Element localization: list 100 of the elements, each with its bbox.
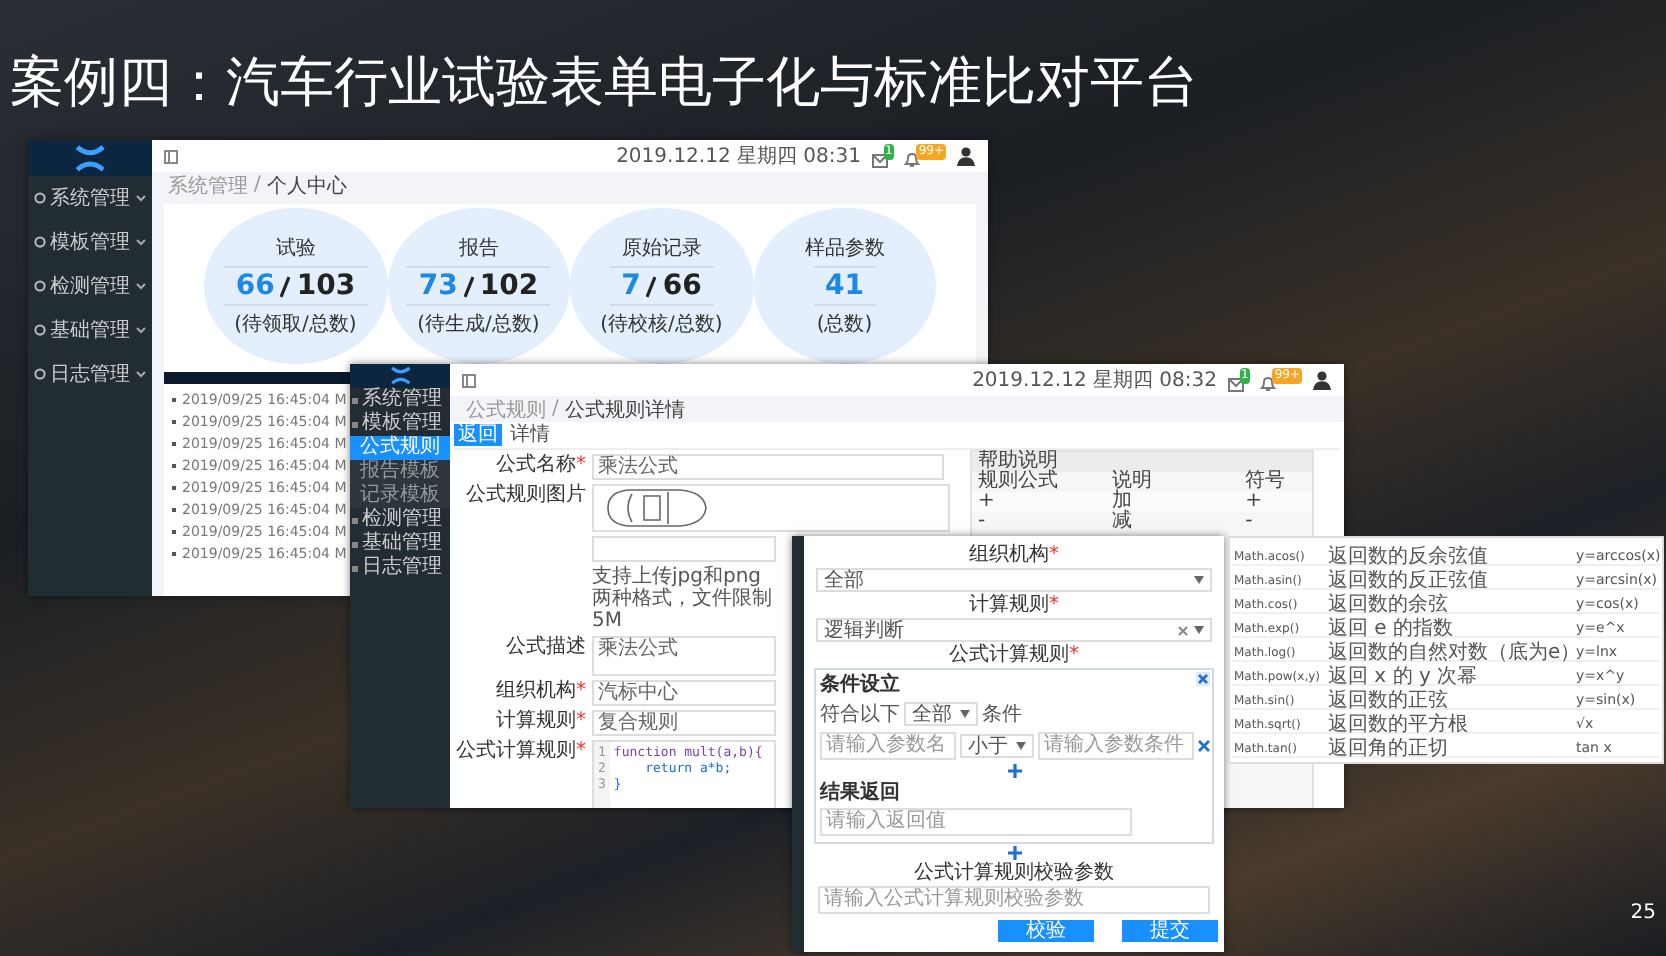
- delete-icon[interactable]: [1198, 740, 1210, 752]
- field-label: 计算规则*: [494, 710, 586, 732]
- menu-item[interactable]: 基础管理: [28, 308, 152, 352]
- menu-label: 模板管理: [50, 229, 132, 256]
- circle-icon: [34, 192, 46, 204]
- tab[interactable]: 详情: [506, 424, 554, 446]
- field-label: 公式计算规则*: [949, 644, 1079, 666]
- table-cell-text: 返回 x 的 y 次幂: [1328, 663, 1480, 689]
- circle-icon: [34, 236, 46, 248]
- pending-count: 73: [418, 270, 458, 302]
- chevron-icon: [136, 194, 146, 202]
- chevron-icon: [136, 370, 146, 378]
- close-icon[interactable]: [1196, 672, 1210, 686]
- stat-title: 原始记录: [621, 236, 702, 262]
- mail-icon[interactable]: [871, 154, 887, 168]
- select-field[interactable]: 全部: [904, 702, 978, 726]
- caret-icon: [960, 710, 970, 718]
- table-cell-text: 返回数的反余弦值: [1328, 543, 1490, 569]
- table-cell-text: 返回数的自然对数（底为e）: [1328, 639, 1572, 665]
- breadcrumb-link[interactable]: 公式规则详情: [564, 395, 685, 423]
- pending-count: 66: [235, 270, 275, 302]
- field-label: 公式规则图片: [464, 484, 586, 506]
- input-field[interactable]: 请输入参数条件: [1038, 732, 1194, 760]
- table-cell-text: 返回数的余弦: [1328, 591, 1450, 617]
- select-field[interactable]: 汽标中心: [592, 680, 776, 706]
- select-field[interactable]: 复合规则: [592, 710, 776, 736]
- caret-icon: [1194, 626, 1204, 634]
- table-cell-text: -: [1245, 512, 1255, 532]
- table-cell-text: 返回数的反正弦值: [1328, 567, 1490, 593]
- slash-icon: [280, 275, 291, 297]
- condition-text: 符合以下: [820, 701, 900, 728]
- menu-label: 基础管理: [50, 317, 132, 344]
- input-field[interactable]: 请输入参数名: [820, 732, 956, 760]
- field-label: 公式描述: [504, 636, 586, 658]
- avatar-icon[interactable]: [1312, 370, 1332, 390]
- condition-text: 条件: [982, 702, 1022, 728]
- circle-icon: [34, 368, 46, 380]
- column-header: 符号: [1245, 472, 1288, 492]
- input-field[interactable]: 请输入返回值: [820, 808, 1132, 836]
- stat-caption: (待校核/总数): [600, 311, 723, 338]
- slash-icon: [463, 275, 474, 297]
- menu-item[interactable]: 日志管理: [28, 352, 152, 396]
- action-button[interactable]: 提交: [1122, 920, 1218, 942]
- column-header: 规则公式: [978, 472, 1060, 492]
- menu-item[interactable]: 日志管理: [350, 556, 450, 580]
- breadcrumb-link[interactable]: 个人中心: [266, 171, 347, 199]
- column-header: 说明: [1111, 472, 1154, 492]
- bell-icon[interactable]: [1260, 376, 1277, 392]
- input-field[interactable]: 乘法公式: [592, 454, 944, 480]
- menu-label: 检测管理: [50, 273, 132, 300]
- menu-item[interactable]: 模板管理: [28, 220, 152, 264]
- logo-icon[interactable]: [73, 143, 107, 173]
- section-title: 结果返回: [820, 782, 900, 804]
- field-label: 组织机构*: [494, 680, 586, 702]
- table-cell-text: 返回 e 的指数: [1328, 615, 1456, 641]
- menu-item[interactable]: 系统管理: [350, 388, 450, 412]
- total-count: 102: [479, 270, 539, 302]
- input-field[interactable]: [592, 536, 776, 562]
- textarea-field[interactable]: 乘法公式: [592, 636, 776, 676]
- caret-icon: [1194, 576, 1204, 584]
- stat-title: 样品参数: [804, 235, 885, 262]
- select-field[interactable]: 小于: [960, 734, 1034, 758]
- table-cell-text: +: [1245, 492, 1264, 512]
- total-count: 66: [662, 270, 702, 302]
- stat-caption: (总数): [816, 311, 873, 338]
- bell-icon[interactable]: [904, 152, 921, 168]
- avatar-icon[interactable]: [956, 146, 976, 166]
- slide-title: 案例四：汽车行业试验表单电子化与标准比对平台: [8, 50, 1200, 116]
- stat-caption: (待生成/总数): [417, 311, 540, 338]
- input-field[interactable]: 请输入公式计算规则校验参数: [818, 886, 1210, 914]
- plus-icon[interactable]: [1007, 764, 1021, 778]
- select-field[interactable]: 全部: [816, 568, 1212, 592]
- tab[interactable]: 返回: [454, 424, 502, 446]
- menu-item[interactable]: 基础管理: [350, 532, 450, 556]
- stat-title: 试验: [275, 235, 316, 262]
- menu-item[interactable]: 系统管理: [28, 176, 152, 220]
- clear-icon[interactable]: [1178, 625, 1188, 635]
- page-number: 25: [1630, 902, 1656, 924]
- circle-icon: [34, 324, 46, 336]
- plus-icon[interactable]: [1007, 846, 1021, 860]
- table-cell-text: 返回数的正弦: [1328, 687, 1450, 713]
- logo-icon[interactable]: [389, 366, 411, 386]
- mail-icon[interactable]: [1227, 378, 1243, 392]
- menu-label: 日志管理: [50, 361, 132, 388]
- image-upload-box[interactable]: [592, 484, 950, 532]
- menu-item[interactable]: 检测管理: [350, 508, 450, 532]
- submenu-item[interactable]: 记录模板: [350, 484, 450, 508]
- field-label: 公式计算规则校验参数: [914, 862, 1114, 884]
- submenu-item[interactable]: 报告模板: [350, 460, 450, 484]
- date-time: 2019.12.12 星期四 08:31: [616, 143, 861, 170]
- field-label: 组织机构*: [969, 544, 1059, 566]
- table-cell-text: 减: [1111, 512, 1134, 532]
- table-cell-text: -: [978, 512, 988, 532]
- menu-item[interactable]: 检测管理: [28, 264, 152, 308]
- collapse-icon[interactable]: [164, 149, 178, 163]
- collapse-icon[interactable]: [462, 373, 476, 387]
- submenu-item[interactable]: 公式规则: [350, 436, 450, 460]
- action-button[interactable]: 校验: [998, 920, 1094, 942]
- select-field[interactable]: 逻辑判断: [816, 618, 1212, 642]
- menu-item[interactable]: 模板管理: [350, 412, 450, 436]
